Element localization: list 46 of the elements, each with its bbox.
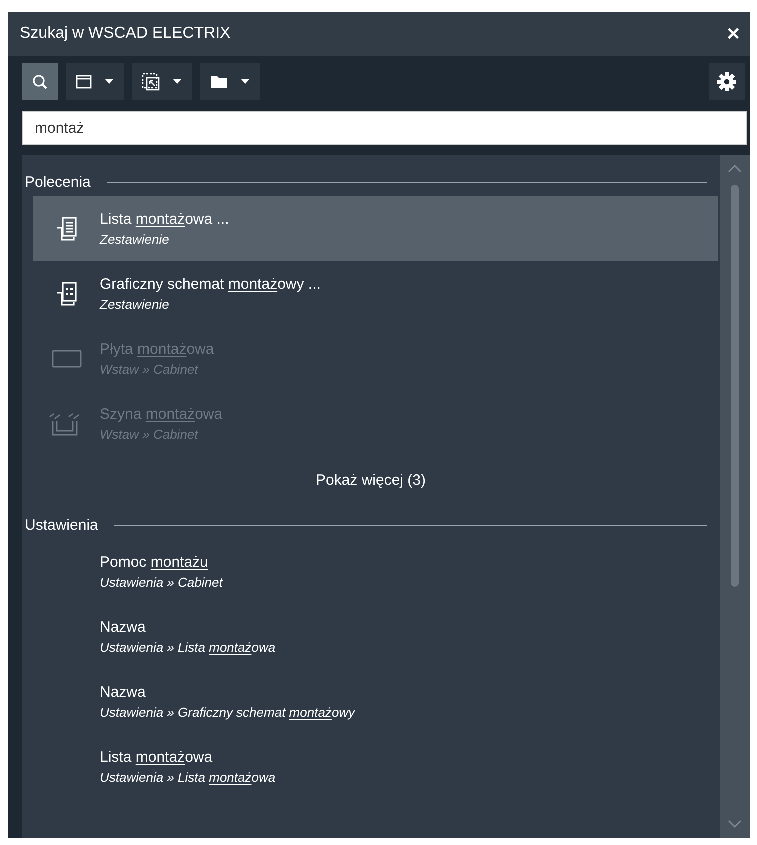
result-title: Nazwa bbox=[100, 684, 147, 700]
result-path: Zestawienie bbox=[100, 232, 170, 246]
result-path: Ustawienia » Cabinet bbox=[100, 574, 223, 590]
scrollbar[interactable] bbox=[720, 155, 750, 838]
result-path: Ustawienia » Lista montażowa bbox=[100, 770, 276, 784]
result-path: Wstaw » Cabinet bbox=[100, 426, 200, 442]
window-button[interactable] bbox=[66, 63, 124, 100]
selection-icon bbox=[142, 72, 160, 90]
folder-button[interactable] bbox=[200, 63, 260, 100]
search-field[interactable]: montaż bbox=[22, 111, 747, 145]
caret-icon bbox=[241, 79, 250, 84]
scroll-thumb[interactable] bbox=[731, 185, 739, 587]
selection-button[interactable] bbox=[132, 63, 192, 100]
result-title: Płyta montażowa bbox=[100, 340, 214, 358]
window-icon bbox=[76, 74, 92, 88]
section-heading: Polecenia bbox=[25, 174, 91, 190]
result-title: Lista montażowa bbox=[100, 748, 214, 766]
search-icon bbox=[32, 74, 48, 90]
settings-icon bbox=[717, 72, 737, 92]
result-item[interactable]: Lista montażowa ... Zestawienie bbox=[33, 196, 718, 261]
result-path: Ustawienia » Graficzny schemat montażowy bbox=[100, 704, 356, 720]
settings-button[interactable] bbox=[709, 63, 745, 100]
show-more-link[interactable]: Pokaż więcej (3) bbox=[312, 468, 430, 493]
result-title: Szyna montażowa bbox=[100, 406, 223, 422]
result-title: Pomoc montażu bbox=[100, 554, 210, 570]
section-heading: Ustawienia bbox=[25, 516, 98, 534]
search-button[interactable] bbox=[22, 63, 58, 100]
result-title: Nazwa bbox=[100, 618, 147, 636]
result-item[interactable]: Graficzny schemat montażowy ... Zestawienie bbox=[33, 261, 718, 326]
document-grid-icon bbox=[56, 280, 78, 306]
result-path: Zestawienie bbox=[100, 296, 170, 312]
result-path: Wstaw » Cabinet bbox=[100, 362, 200, 376]
result-item[interactable]: Nazwa Ustawienia » Graficzny schemat montażowy bbox=[33, 669, 718, 734]
close-button[interactable]: × bbox=[727, 23, 740, 45]
folder-icon bbox=[210, 74, 228, 88]
window-title: Szukaj w WSCAD ELECTRIX bbox=[20, 25, 231, 43]
document-list-icon bbox=[56, 216, 78, 242]
result-path: Ustawienia » Lista montażowa bbox=[100, 640, 276, 654]
result-item[interactable]: Pomoc montażu Ustawienia » Cabinet bbox=[33, 539, 718, 604]
caret-icon bbox=[173, 79, 182, 84]
result-item[interactable]: Lista montażowa Ustawienia » Lista montażowa bbox=[33, 734, 718, 799]
caret-icon bbox=[105, 79, 114, 84]
result-title: Graficzny schemat montażowy ... bbox=[100, 276, 321, 292]
plate-icon bbox=[52, 348, 82, 368]
result-item[interactable]: Nazwa Ustawienia » Lista montażowa bbox=[33, 604, 718, 669]
result-title: Lista montażowa ... bbox=[100, 210, 230, 228]
